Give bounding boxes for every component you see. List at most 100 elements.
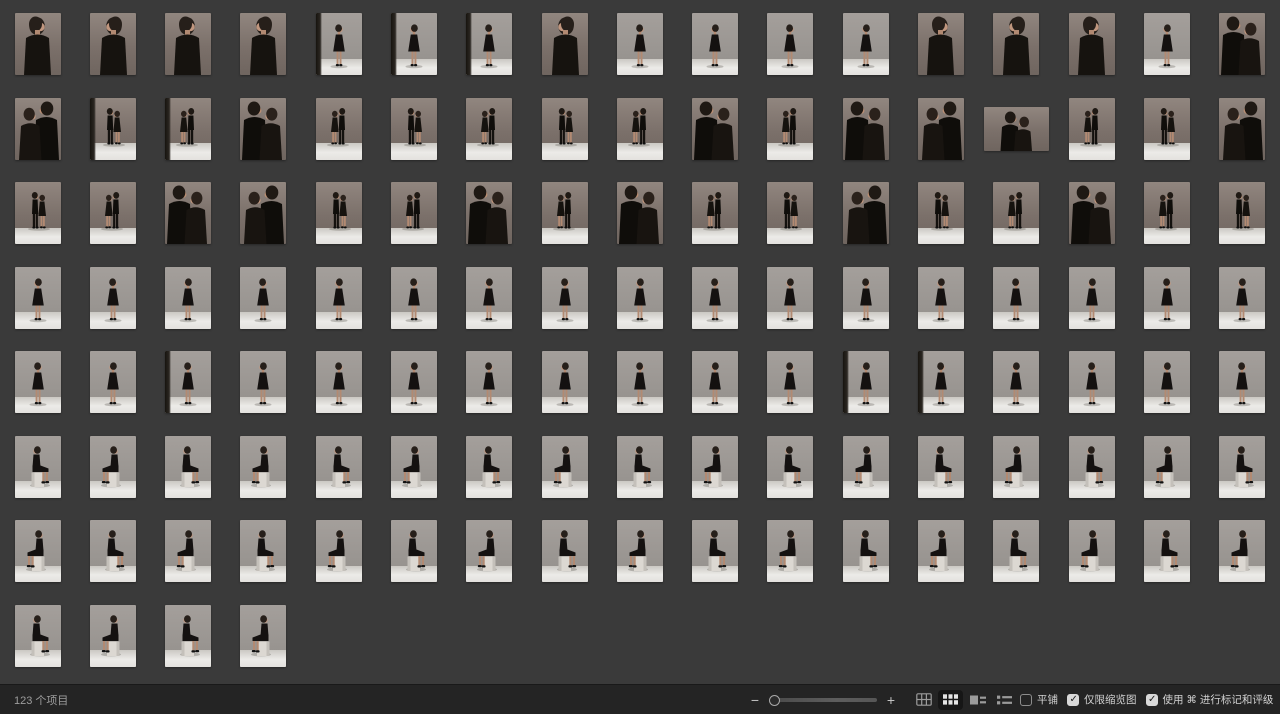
photo-thumbnail[interactable] (165, 182, 211, 244)
photo-thumbnail[interactable] (542, 436, 588, 498)
photo-thumbnail[interactable] (1144, 182, 1190, 244)
photo-thumbnail[interactable] (918, 351, 964, 413)
photo-thumbnail[interactable] (391, 13, 437, 75)
photo-thumbnail[interactable] (165, 436, 211, 498)
photo-thumbnail[interactable] (1219, 98, 1265, 160)
photo-thumbnail[interactable] (1219, 182, 1265, 244)
photo-thumbnail[interactable] (542, 182, 588, 244)
tile-checkbox[interactable] (1020, 694, 1032, 706)
zoom-in-button[interactable]: + (882, 693, 900, 707)
photo-thumbnail[interactable] (843, 267, 889, 329)
photo-thumbnail[interactable] (316, 267, 362, 329)
photo-thumbnail[interactable] (542, 13, 588, 75)
thumbnail-size-slider[interactable] (769, 694, 877, 706)
photo-thumbnail[interactable] (391, 436, 437, 498)
thumbnails-only-checkbox-group[interactable]: 仅限缩览图 (1067, 692, 1137, 707)
photo-thumbnail[interactable] (1144, 98, 1190, 160)
photo-thumbnail[interactable] (391, 351, 437, 413)
photo-thumbnail[interactable] (240, 13, 286, 75)
photo-thumbnail[interactable] (767, 520, 813, 582)
photo-thumbnail[interactable] (1069, 520, 1115, 582)
photo-thumbnail[interactable] (767, 351, 813, 413)
photo-thumbnail[interactable] (1069, 98, 1115, 160)
gallery-view-button[interactable] (965, 690, 990, 710)
photo-thumbnail[interactable] (1219, 520, 1265, 582)
photo-thumbnail[interactable] (542, 267, 588, 329)
photo-thumbnail[interactable] (15, 267, 61, 329)
slider-track[interactable] (777, 698, 877, 702)
photo-thumbnail[interactable] (843, 436, 889, 498)
photo-thumbnail[interactable] (993, 267, 1039, 329)
photo-thumbnail[interactable] (692, 520, 738, 582)
photo-thumbnail[interactable] (843, 13, 889, 75)
photo-thumbnail[interactable] (165, 605, 211, 667)
photo-thumbnail[interactable] (1144, 351, 1190, 413)
photo-thumbnail[interactable] (1144, 520, 1190, 582)
photo-thumbnail[interactable] (165, 520, 211, 582)
photo-thumbnail[interactable] (15, 436, 61, 498)
photo-thumbnail[interactable] (1144, 267, 1190, 329)
photo-thumbnail[interactable] (391, 520, 437, 582)
photo-thumbnail[interactable] (165, 267, 211, 329)
photo-thumbnail[interactable] (767, 267, 813, 329)
photo-thumbnail[interactable] (466, 98, 512, 160)
photo-thumbnail[interactable] (466, 436, 512, 498)
photo-thumbnail[interactable] (1069, 267, 1115, 329)
photo-thumbnail[interactable] (617, 520, 663, 582)
photo-thumbnail[interactable] (15, 98, 61, 160)
photo-thumbnail[interactable] (1144, 13, 1190, 75)
photo-thumbnail[interactable] (90, 182, 136, 244)
photo-thumbnail[interactable] (391, 182, 437, 244)
photo-thumbnail[interactable] (692, 436, 738, 498)
photo-thumbnail[interactable] (165, 351, 211, 413)
photo-thumbnail[interactable] (617, 13, 663, 75)
photo-thumbnail[interactable] (767, 13, 813, 75)
photo-thumbnail[interactable] (692, 267, 738, 329)
photo-thumbnail[interactable] (617, 182, 663, 244)
photo-thumbnail[interactable] (90, 13, 136, 75)
photo-thumbnail[interactable] (1069, 351, 1115, 413)
photo-thumbnail[interactable] (1069, 13, 1115, 75)
photo-thumbnail[interactable] (542, 351, 588, 413)
photo-thumbnail[interactable] (1144, 436, 1190, 498)
photo-thumbnail[interactable] (240, 351, 286, 413)
photo-thumbnail[interactable] (466, 182, 512, 244)
photo-thumbnail[interactable] (466, 520, 512, 582)
photo-thumbnail[interactable] (316, 98, 362, 160)
table-view-button[interactable] (911, 690, 936, 710)
photo-thumbnail[interactable] (240, 182, 286, 244)
photo-thumbnail[interactable] (240, 267, 286, 329)
photo-thumbnail[interactable] (165, 98, 211, 160)
photo-thumbnail[interactable] (240, 605, 286, 667)
photo-thumbnail[interactable] (316, 13, 362, 75)
photo-thumbnail[interactable] (466, 267, 512, 329)
photo-thumbnail[interactable] (1219, 436, 1265, 498)
photo-thumbnail[interactable] (1219, 13, 1265, 75)
photo-thumbnail[interactable] (692, 13, 738, 75)
photo-thumbnail[interactable] (918, 520, 964, 582)
photo-thumbnail[interactable] (15, 351, 61, 413)
photo-thumbnail[interactable] (240, 98, 286, 160)
cmd-rating-checkbox-group[interactable]: 使用 ⌘ 进行标记和评级 (1146, 692, 1274, 707)
photo-thumbnail[interactable] (843, 351, 889, 413)
photo-thumbnail[interactable] (165, 13, 211, 75)
photo-thumbnail[interactable] (466, 351, 512, 413)
photo-thumbnail[interactable] (993, 13, 1039, 75)
photo-thumbnail[interactable] (90, 98, 136, 160)
photo-thumbnail[interactable] (240, 520, 286, 582)
photo-thumbnail[interactable] (1069, 436, 1115, 498)
photo-thumbnail[interactable] (240, 436, 286, 498)
list-view-button[interactable] (992, 690, 1017, 710)
photo-thumbnail[interactable] (993, 436, 1039, 498)
photo-thumbnail[interactable] (90, 605, 136, 667)
photo-thumbnail[interactable] (767, 182, 813, 244)
photo-thumbnail[interactable] (1219, 351, 1265, 413)
cmd-rating-checkbox[interactable] (1146, 694, 1158, 706)
photo-thumbnail[interactable] (15, 520, 61, 582)
photo-thumbnail[interactable] (692, 351, 738, 413)
photo-thumbnail[interactable] (316, 520, 362, 582)
photo-thumbnail[interactable] (316, 182, 362, 244)
photo-thumbnail[interactable] (90, 351, 136, 413)
photo-thumbnail[interactable] (90, 436, 136, 498)
photo-thumbnail[interactable] (316, 351, 362, 413)
